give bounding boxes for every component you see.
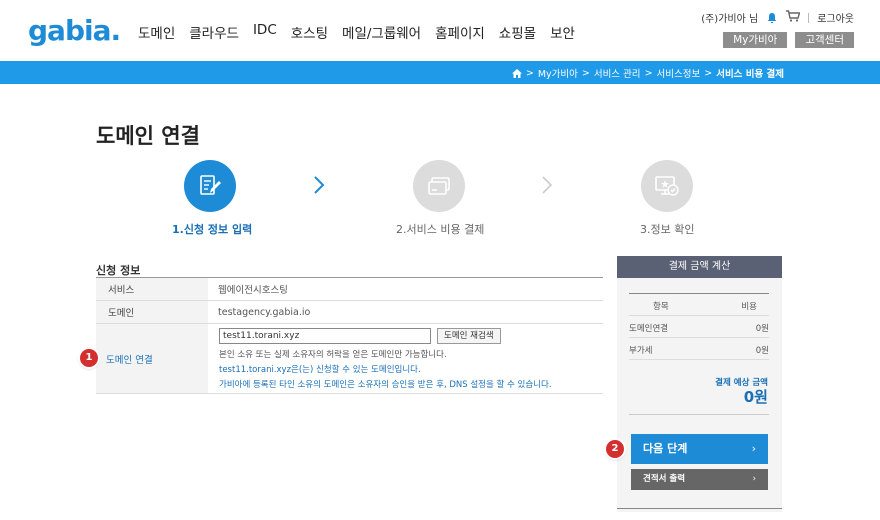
summary-row: 도메인연결 0원 <box>629 316 769 338</box>
domain-input[interactable] <box>219 328 431 344</box>
step-2-circle <box>413 160 465 212</box>
summary-bottom-line <box>617 508 782 509</box>
breadcrumb-mygabia[interactable]: My가비아 <box>538 66 578 80</box>
next-step-label: 다음 단계 <box>643 442 688 455</box>
domain-desc-ownership: 본인 소유 또는 실제 소유자의 허락을 얻은 도메인만 가능합니다. <box>219 350 447 360</box>
print-quote-button[interactable]: 견적서 출력 › <box>631 469 768 490</box>
util-bar: (주)가비아 님 로그아웃 <box>701 10 854 25</box>
breadcrumb-service-info[interactable]: 서비스정보 <box>657 66 701 80</box>
row-label-domain-link: 도메인 연결 <box>96 324 208 393</box>
step-3-label: 3.정보 확인 <box>640 223 695 236</box>
payment-summary-panel: 결제 금액 계산 항목 비용 도메인연결 0원 부가세 0원 결제 예상 금액 … <box>617 256 782 512</box>
step-3-circle <box>641 160 693 212</box>
bell-icon[interactable] <box>766 12 778 24</box>
header: gabia. 도메인 클라우드 IDC 호스팅 메일/그룹웨어 홈페이지 쇼핑몰… <box>0 0 880 60</box>
print-quote-label: 견적서 출력 <box>643 474 686 484</box>
nav-mail[interactable]: 메일/그룹웨어 <box>342 22 421 42</box>
expected-amount-value: 0원 <box>743 388 768 406</box>
step-1-circle <box>184 160 236 212</box>
table-row: 도메인 testagency.gabia.io <box>96 301 603 324</box>
step-1-label: 1.신청 정보 입력 <box>172 223 253 236</box>
cart-icon[interactable] <box>786 10 801 25</box>
breadcrumb-sep: > <box>525 67 534 79</box>
nav-shopping[interactable]: 쇼핑몰 <box>499 22 536 42</box>
row-label-service: 서비스 <box>96 278 208 300</box>
table-row: 서비스 웹에이전시호스팅 <box>96 278 603 301</box>
annotation-marker-1: 1 <box>80 349 98 367</box>
breadcrumb-bar: > My가비아 > 서비스 관리 > 서비스정보 > 서비스 비용 결제 <box>0 61 880 84</box>
row-value-domain: testagency.gabia.io <box>218 306 311 318</box>
nav-domain[interactable]: 도메인 <box>138 22 175 42</box>
domain-desc-available: test11.torani.xyz은(는) 신청할 수 있는 도메인입니다. <box>219 365 421 375</box>
nav-hosting[interactable]: 호스팅 <box>291 22 328 42</box>
summary-col-cost: 비용 <box>741 302 757 312</box>
summary-header-row: 항목 비용 <box>629 294 769 316</box>
step-arrow-1-icon <box>314 176 325 194</box>
summary-cost: 0원 <box>755 346 769 356</box>
summary-divider <box>629 414 769 415</box>
annotation-marker-2: 2 <box>606 440 624 458</box>
breadcrumb-sep: > <box>704 67 713 79</box>
step-2-label: 2.서비스 비용 결제 <box>396 223 485 236</box>
home-icon[interactable] <box>511 68 522 78</box>
nav-cloud[interactable]: 클라우드 <box>189 22 239 42</box>
gabia-logo[interactable]: gabia. <box>28 14 121 47</box>
main-nav: 도메인 클라우드 IDC 호스팅 메일/그룹웨어 홈페이지 쇼핑몰 보안 <box>138 22 575 42</box>
breadcrumb: > My가비아 > 서비스 관리 > 서비스정보 > 서비스 비용 결제 <box>511 66 784 80</box>
monitor-check-icon <box>655 176 679 196</box>
form-edit-icon <box>200 175 221 195</box>
summary-title: 결제 금액 계산 <box>617 256 782 278</box>
page-title: 도메인 연결 <box>96 124 200 148</box>
summary-item: 도메인연결 <box>629 324 669 334</box>
summary-row: 부가세 0원 <box>629 338 769 360</box>
breadcrumb-service-manage[interactable]: 서비스 관리 <box>594 66 641 80</box>
row-label-domain: 도메인 <box>96 301 208 323</box>
next-step-button[interactable]: 다음 단계 › <box>631 434 768 464</box>
logout-link[interactable]: 로그아웃 <box>817 10 854 25</box>
util-divider <box>808 12 810 23</box>
summary-col-item: 항목 <box>653 302 669 312</box>
info-section-title: 신청 정보 <box>96 264 141 277</box>
breadcrumb-sep: > <box>581 67 590 79</box>
support-button[interactable]: 고객센터 <box>795 32 854 48</box>
payment-card-icon <box>428 177 450 195</box>
breadcrumb-sep: > <box>644 67 653 79</box>
domain-desc-dns: 가비아에 등록된 타인 소유의 도메인은 소유자의 승인을 받은 후, DNS … <box>219 380 552 390</box>
summary-item: 부가세 <box>629 346 653 356</box>
breadcrumb-current: 서비스 비용 결제 <box>716 69 784 80</box>
summary-table: 항목 비용 도메인연결 0원 부가세 0원 <box>629 293 769 360</box>
user-name: (주)가비아 님 <box>701 14 759 25</box>
domain-recheck-button[interactable]: 도메인 재검색 <box>437 328 501 344</box>
chevron-right-icon: › <box>751 442 756 455</box>
chevron-right-icon: › <box>752 474 756 484</box>
mygabia-button[interactable]: My가비아 <box>723 32 788 48</box>
step-arrow-2-icon <box>542 176 553 194</box>
row-value-service: 웹에이전시호스팅 <box>218 285 288 296</box>
nav-homepage[interactable]: 홈페이지 <box>435 22 485 42</box>
summary-cost: 0원 <box>755 324 769 334</box>
nav-idc[interactable]: IDC <box>253 22 277 42</box>
util-buttons: My가비아 고객센터 <box>723 32 854 48</box>
nav-security[interactable]: 보안 <box>550 22 575 42</box>
